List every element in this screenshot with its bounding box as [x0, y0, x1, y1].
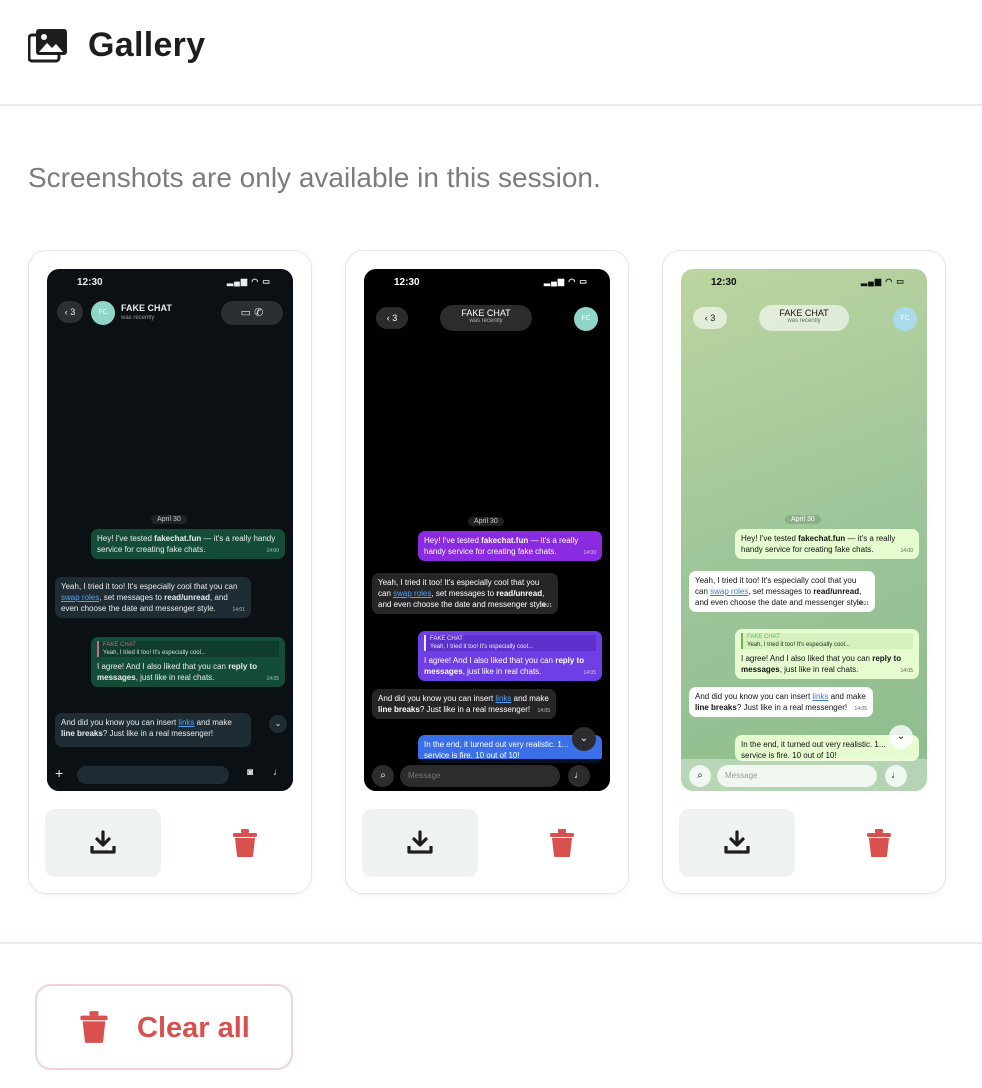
status-time: 12:30: [77, 277, 103, 288]
attach-icon: ⌕: [372, 765, 394, 787]
mic-icon: ♩: [273, 767, 283, 778]
date-chip: April 30: [151, 515, 187, 524]
attach-icon: ⌕: [689, 765, 711, 787]
contact-name: FAKE CHAT: [779, 308, 829, 318]
trash-icon: [867, 829, 891, 857]
scroll-down-icon: ⌄: [889, 725, 913, 749]
gallery-header: Gallery: [0, 0, 982, 106]
mic-icon: ♩: [568, 765, 590, 787]
message-bubble: And did you know you can insert links an…: [55, 713, 251, 747]
download-button[interactable]: [45, 809, 161, 877]
trash-icon: [550, 829, 574, 857]
contact-status: was recently: [469, 318, 503, 324]
scroll-down-icon: ⌄: [269, 715, 287, 733]
delete-button[interactable]: [195, 809, 295, 877]
avatar: FC: [574, 307, 598, 331]
message-input: Message: [717, 765, 877, 787]
status-time: 12:30: [711, 277, 737, 288]
back-button: ‹ 3: [376, 307, 408, 329]
clear-all-button[interactable]: Clear all: [35, 984, 293, 1070]
back-button: ‹ 3: [57, 301, 83, 323]
message-bubble: Yeah, I tried it too! It's especially co…: [372, 573, 558, 614]
gallery-icon: [28, 29, 67, 63]
trash-icon: [80, 1011, 108, 1043]
message-bubble: Hey! I've tested fakechat.fun — it's a r…: [91, 529, 285, 559]
signal-icon: ▂▄▆ ◠ ▭: [861, 277, 905, 286]
download-button[interactable]: [679, 809, 795, 877]
download-button[interactable]: [362, 809, 478, 877]
divider: [0, 942, 982, 944]
date-chip: April 30: [785, 515, 821, 524]
camera-icon: ◙: [247, 767, 254, 778]
message-bubble: And did you know you can insert links an…: [689, 687, 873, 717]
download-icon: [90, 830, 116, 854]
avatar: FC: [91, 301, 115, 325]
trash-icon: [233, 829, 257, 857]
message-input: Message: [400, 765, 560, 787]
status-time: 12:30: [394, 277, 420, 288]
message-bubble: And did you know you can insert links an…: [372, 689, 556, 719]
scroll-down-icon: ⌄: [572, 727, 596, 751]
plus-icon: +: [55, 765, 64, 781]
message-bubble: Yeah, I tried it too! It's especially co…: [55, 577, 251, 618]
call-icons: ▭ ✆: [221, 301, 283, 325]
signal-icon: ▂▄▆ ◠ ▭: [227, 277, 271, 286]
message-bubble: FAKE CHAT Yeah, I tried it too! It's espe…: [418, 631, 602, 681]
date-chip: April 30: [468, 517, 504, 526]
contact-status: was recently: [787, 318, 821, 324]
screenshot-preview[interactable]: 12:30 ▂▄▆ ◠ ▭ ‹ 3 FAKE CHAT was recently…: [364, 269, 610, 791]
clear-all-label: Clear all: [137, 1012, 250, 1044]
download-icon: [407, 830, 433, 854]
download-icon: [724, 830, 750, 854]
avatar: FC: [893, 307, 917, 331]
session-note: Screenshots are only available in this s…: [28, 162, 601, 193]
screenshot-preview[interactable]: 12:30 ▂▄▆ ◠ ▭ ‹ 3 FAKE CHAT was recently…: [681, 269, 927, 791]
signal-icon: ▂▄▆ ◠ ▭: [544, 277, 588, 286]
message-bubble: Hey! I've tested fakechat.fun — it's a r…: [735, 529, 919, 559]
contact-name: FAKE CHAT: [461, 308, 511, 318]
message-input: [77, 766, 229, 784]
screenshot-card: 12:30 ▂▄▆ ◠ ▭ ‹ 3 FAKE CHAT was recently…: [345, 250, 629, 894]
mic-icon: ♩: [885, 765, 907, 787]
message-bubble: Hey! I've tested fakechat.fun — it's a r…: [418, 531, 602, 561]
screenshot-preview[interactable]: 12:30 ▂▄▆ ◠ ▭ ‹ 3 FC FAKE CHAT was recen…: [47, 269, 293, 791]
contact-status: was recently: [121, 315, 155, 321]
contact-name: FAKE CHAT: [121, 303, 172, 313]
message-bubble: FAKE CHAT Yeah, I tried it too! It's espe…: [91, 637, 285, 687]
delete-button[interactable]: [829, 809, 929, 877]
screenshot-card: 12:30 ▂▄▆ ◠ ▭ ‹ 3 FC FAKE CHAT was recen…: [28, 250, 312, 894]
delete-button[interactable]: [512, 809, 612, 877]
screenshot-card: 12:30 ▂▄▆ ◠ ▭ ‹ 3 FAKE CHAT was recently…: [662, 250, 946, 894]
page-title: Gallery: [88, 26, 206, 64]
back-button: ‹ 3: [693, 307, 727, 329]
message-bubble: FAKE CHAT Yeah, I tried it too! It's espe…: [735, 629, 919, 679]
message-bubble: Yeah, I tried it too! It's especially co…: [689, 571, 875, 612]
